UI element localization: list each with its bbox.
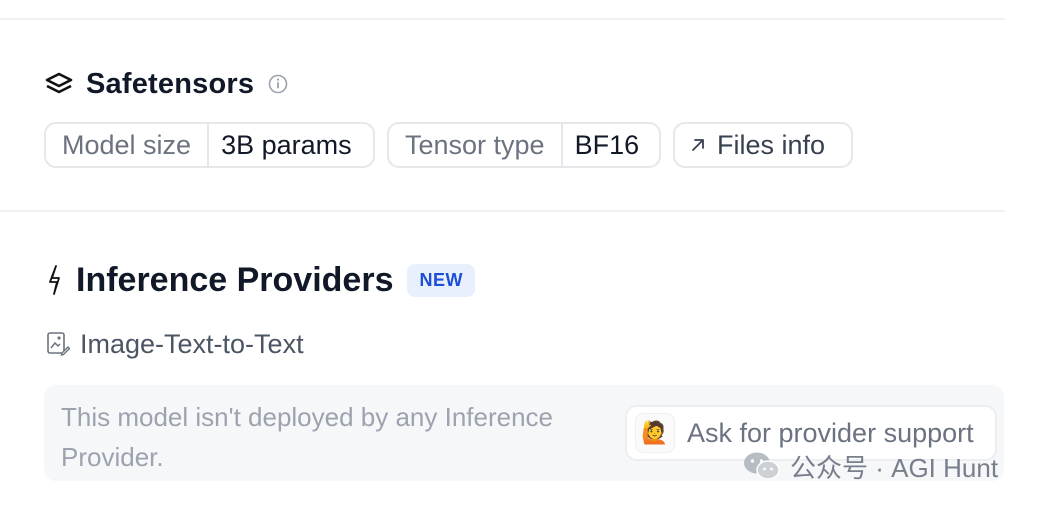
task-label-row[interactable]: Image-Text-to-Text [46,326,304,362]
arrow-up-right-icon [689,136,707,154]
image-edit-icon [46,331,70,357]
files-info-button[interactable]: Files info [673,122,853,168]
inference-header: Inference Providers NEW [44,258,475,302]
inference-title: Inference Providers [76,260,394,299]
tensor-type-chip: Tensor type BF16 [387,122,661,168]
task-label: Image-Text-to-Text [80,328,304,359]
watermark-text: 公众号 · AGI Hunt [790,452,999,483]
model-size-chip: Model size 3B params [44,122,375,168]
not-deployed-message: This model isn't deployed by any Inferen… [61,402,554,472]
divider-middle [0,210,1005,212]
files-info-content: Files info [675,124,839,166]
safetensors-title: Safetensors [86,67,255,100]
tensor-type-label: Tensor type [405,129,545,160]
new-badge: NEW [407,263,475,297]
divider-top [0,18,1005,20]
model-size-value: 3B params [207,124,364,166]
tensor-type-value: BF16 [560,124,652,166]
ask-provider-support-label: Ask for provider support [687,417,974,448]
wechat-icon [744,452,780,480]
info-icon[interactable] [268,74,288,94]
files-info-label: Files info [717,129,826,160]
spark-icon [44,264,66,296]
safetensors-header: Safetensors [44,64,288,104]
layers-icon [44,69,74,99]
raising-hand-emoji: 🙋 [635,413,675,453]
watermark: 公众号 · AGI Hunt [742,448,998,484]
model-size-label: Model size [62,129,192,160]
